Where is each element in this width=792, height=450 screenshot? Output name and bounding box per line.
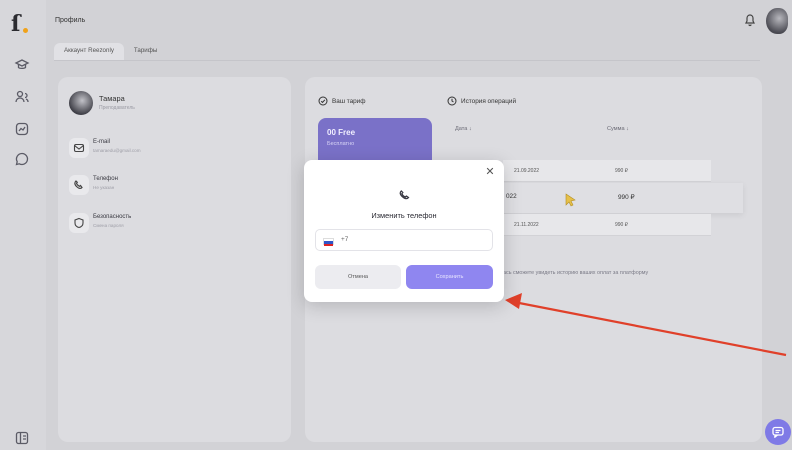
your-plan-heading: Ваш тариф — [318, 96, 366, 106]
history-label: История операций — [461, 97, 517, 105]
collapse-sidebar-icon[interactable] — [14, 430, 30, 446]
row-sum: 990 ₽ — [615, 168, 628, 174]
app-logo[interactable]: ſ — [11, 12, 33, 36]
security-value: Смена пароля — [93, 223, 124, 228]
email-value: tamaraedu@gmail.com — [93, 148, 141, 153]
sidebar: ſ — [0, 0, 46, 450]
row-date: 022 — [506, 193, 517, 200]
profile-avatar — [69, 91, 93, 115]
tab-plans[interactable]: Тарифы — [124, 43, 167, 61]
table-row: 21.09.2022 990 ₽ — [503, 160, 711, 182]
history-empty-text: ась сможете увидеть историю ваших оплат … — [503, 270, 649, 276]
analytics-icon[interactable] — [14, 121, 30, 137]
email-label: E-mail — [93, 139, 111, 145]
mail-icon — [69, 138, 89, 158]
support-chat-button[interactable] — [765, 419, 791, 445]
chat-icon[interactable] — [14, 151, 30, 167]
save-button[interactable]: Сохранить — [406, 265, 493, 289]
plan-name: 00 Free — [327, 128, 356, 137]
plan-price: Бесплатно — [327, 141, 355, 147]
mouse-cursor-icon — [565, 193, 577, 207]
modal-title: Изменить телефон — [371, 211, 437, 220]
history-heading: История операций — [447, 96, 516, 106]
user-avatar[interactable] — [766, 8, 788, 34]
profile-tabs: Аккаунт Reezonly Тарифы — [54, 43, 167, 61]
table-row: 21.11.2022 990 ₽ — [503, 214, 711, 236]
profile-role: Преподаватель — [99, 105, 135, 111]
table-row-hovered[interactable]: 022 990 ₽ — [498, 183, 743, 213]
phone-input[interactable]: +7 — [315, 229, 493, 251]
check-circle-icon — [318, 96, 328, 106]
security-row[interactable]: Безопасность Смена пароля — [69, 212, 269, 236]
close-icon[interactable]: ✕ — [484, 166, 496, 178]
shield-icon — [69, 213, 89, 233]
users-icon[interactable] — [14, 89, 30, 105]
phone-prefix: +7 — [341, 236, 349, 243]
cancel-button[interactable]: Отмена — [315, 265, 401, 289]
phone-icon — [69, 175, 89, 195]
your-plan-label: Ваш тариф — [332, 97, 366, 105]
notification-bell-icon[interactable] — [743, 13, 757, 27]
phone-row[interactable]: Телефон Не указан — [69, 174, 269, 198]
security-label: Безопасность — [93, 214, 132, 220]
russia-flag-icon[interactable] — [323, 238, 334, 246]
clock-icon — [447, 96, 457, 106]
phone-value: Не указан — [93, 185, 115, 190]
top-bar: Профиль — [46, 0, 792, 42]
phone-label: Телефон — [93, 176, 118, 182]
row-date: 21.11.2022 — [514, 222, 539, 228]
message-icon — [772, 426, 784, 438]
page-title: Профиль — [55, 17, 86, 24]
phone-icon — [398, 188, 412, 202]
tab-account[interactable]: Аккаунт Reezonly — [54, 43, 124, 61]
row-sum: 990 ₽ — [615, 222, 628, 228]
row-date: 21.09.2022 — [514, 168, 540, 174]
courses-icon[interactable] — [14, 57, 30, 73]
column-header-sum[interactable]: Сумма ↓ — [607, 126, 629, 132]
row-sum: 990 ₽ — [618, 194, 635, 201]
profile-card: Тамара Преподаватель E-mail tamaraedu@gm… — [58, 77, 291, 442]
email-row[interactable]: E-mail tamaraedu@gmail.com — [69, 137, 269, 161]
profile-name: Тамара — [99, 94, 125, 103]
tabs-divider — [54, 60, 760, 61]
column-header-date[interactable]: Дата ↓ — [455, 126, 472, 132]
change-phone-modal: ✕ Изменить телефон +7 Отмена Сохранить — [304, 160, 504, 302]
